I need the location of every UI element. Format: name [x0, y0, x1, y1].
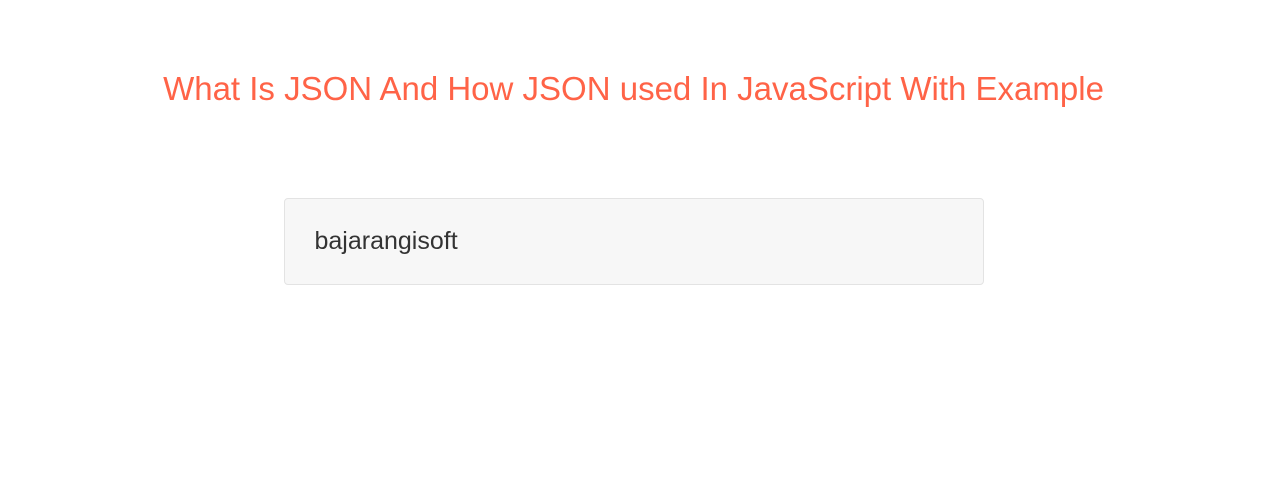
page-title: What Is JSON And How JSON used In JavaSc… [0, 70, 1267, 108]
content-text: bajarangisoft [315, 227, 953, 256]
content-box: bajarangisoft [284, 198, 984, 285]
